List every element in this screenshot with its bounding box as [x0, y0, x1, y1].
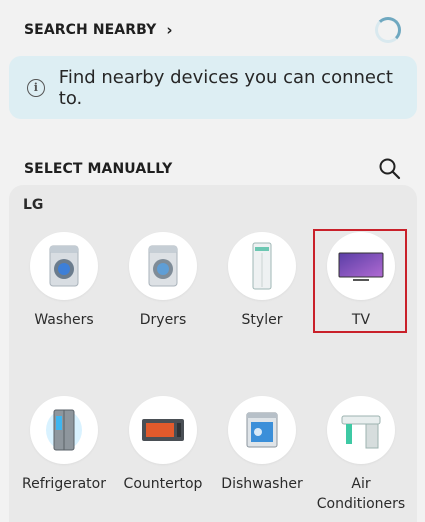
washer-icon-circle [30, 232, 98, 300]
dishwasher-icon-circle [228, 396, 296, 464]
chevron-right-icon: › [166, 21, 173, 39]
info-icon: i [27, 78, 45, 97]
dryer-icon [148, 245, 178, 287]
device-label: Air Conditioners [316, 476, 406, 512]
device-styler[interactable]: Styler [212, 232, 312, 330]
info-text: Find nearby devices you can connect to. [58, 66, 393, 109]
device-refrigerator[interactable]: Refrigerator [14, 396, 114, 494]
device-dishwasher[interactable]: Dishwasher [212, 396, 312, 494]
device-label: Refrigerator [22, 476, 106, 492]
styler-icon-circle [228, 232, 296, 300]
dryer-icon-circle [129, 232, 197, 300]
device-label: Styler [241, 312, 283, 328]
countertop-oven-icon-circle [129, 396, 197, 464]
loading-spinner-icon [375, 17, 401, 43]
search-nearby-title: SEARCH NEARBY [24, 22, 157, 38]
search-icon [379, 158, 401, 180]
air-conditioner-icon-circle [327, 396, 395, 464]
device-label: Dryers [139, 312, 187, 328]
device-washers[interactable]: Washers [14, 232, 114, 330]
search-button[interactable] [377, 156, 403, 182]
device-label: Dishwasher [221, 476, 303, 492]
search-nearby-row[interactable]: SEARCH NEARBY › [24, 17, 411, 43]
search-nearby-header[interactable]: SEARCH NEARBY › [24, 21, 173, 39]
refrigerator-icon [46, 409, 82, 451]
washer-icon [49, 245, 79, 287]
dishwasher-icon [246, 412, 278, 448]
device-label: Countertop [123, 476, 203, 492]
refrigerator-icon-circle [30, 396, 98, 464]
select-manually-title: SELECT MANUALLY [24, 161, 173, 177]
select-manually-row: SELECT MANUALLY [24, 156, 411, 182]
device-dryers[interactable]: Dryers [113, 232, 213, 330]
styler-icon [252, 242, 272, 290]
air-conditioner-icon [341, 415, 381, 449]
brand-label: LG [23, 197, 44, 213]
device-label: Washers [34, 312, 94, 328]
device-air-conditioners[interactable]: Air Conditioners [311, 396, 411, 514]
device-countertop[interactable]: Countertop [113, 396, 213, 494]
device-panel: LG Washers Dryers Styler TV Refrigerator… [9, 185, 417, 522]
info-banner: i Find nearby devices you can connect to… [9, 56, 417, 119]
countertop-oven-icon [142, 419, 184, 441]
tv-selection-highlight [313, 229, 407, 333]
